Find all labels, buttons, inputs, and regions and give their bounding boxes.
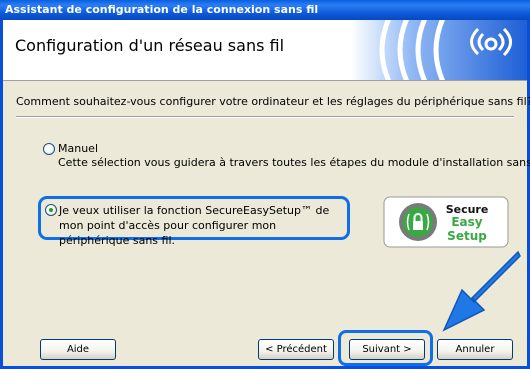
setup-question: Comment souhaitez-vous configurer votre … <box>16 95 530 108</box>
arrow-pointer-icon <box>442 250 521 332</box>
wizard-header: Configuration d'un réseau sans fil <box>3 20 527 81</box>
badge-line-easy: Easy <box>451 215 482 229</box>
badge-line-setup: Setup <box>447 229 487 243</box>
divider <box>16 116 514 118</box>
radio-selected-dot <box>49 208 53 212</box>
secure-easy-setup-logo: Secure Easy Setup <box>383 196 509 248</box>
previous-button[interactable]: < Précédent <box>258 339 334 360</box>
secure-easy-setup-option-label[interactable]: Je veux utiliser la fonction SecureEasyS… <box>59 203 345 248</box>
cancel-button[interactable]: Annuler <box>437 339 513 360</box>
window-title: Assistant de configuration de la connexi… <box>5 3 319 16</box>
help-button[interactable]: Aide <box>40 339 116 360</box>
manual-option-description: Cette sélection vous guidera à travers t… <box>58 156 530 169</box>
secure-easy-setup-radio[interactable] <box>45 204 57 216</box>
title-bar: Assistant de configuration de la connexi… <box>0 0 530 20</box>
manual-option-label[interactable]: Manuel <box>58 142 98 155</box>
wireless-waves-icon <box>351 20 527 80</box>
page-title: Configuration d'un réseau sans fil <box>15 36 285 55</box>
manual-radio[interactable] <box>43 143 55 155</box>
next-button[interactable]: Suivant > <box>349 339 425 360</box>
